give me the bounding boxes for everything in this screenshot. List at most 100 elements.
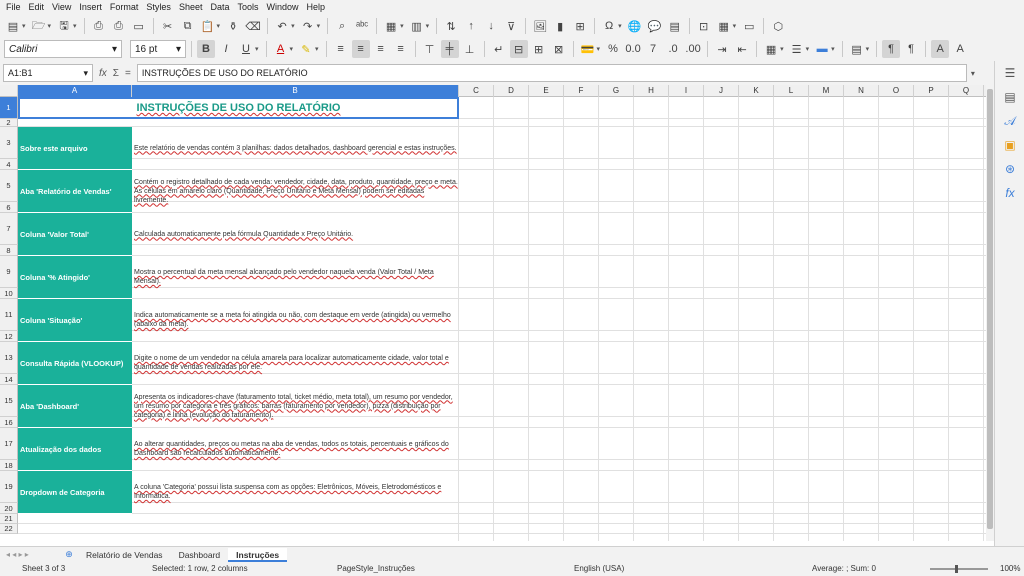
align-left-icon[interactable]: ≡: [332, 40, 350, 58]
section-description[interactable]: Este relatório de vendas contém 3 planil…: [132, 127, 459, 170]
styles-icon[interactable]: 𝒜: [995, 109, 1024, 133]
column-header-d[interactable]: D: [494, 85, 529, 97]
row-header-14[interactable]: 14: [0, 374, 18, 385]
row-header-19[interactable]: 19: [0, 471, 18, 503]
section-label[interactable]: Atualização dos dados: [18, 428, 132, 471]
chevron-down-icon[interactable]: ▾: [866, 45, 870, 53]
define-print-area-icon[interactable]: ⊡: [695, 17, 713, 35]
column-header-m[interactable]: M: [809, 85, 844, 97]
sheet-tab[interactable]: Dashboard: [171, 548, 229, 562]
menu-format[interactable]: Format: [106, 2, 143, 12]
row-header-2[interactable]: 2: [0, 118, 18, 127]
text-horizontal-icon[interactable]: A: [931, 40, 950, 58]
row-header-21[interactable]: 21: [0, 514, 18, 524]
sheet-tab[interactable]: Instruções: [228, 547, 288, 562]
highlight-color-icon[interactable]: ✎: [297, 40, 315, 58]
chevron-down-icon[interactable]: ▾: [780, 45, 784, 53]
row-header-20[interactable]: 20: [0, 503, 18, 514]
section-description[interactable]: Digite o nome de um vendedor na célula a…: [132, 342, 459, 385]
section-description[interactable]: Indica automaticamente se a meta foi ati…: [132, 299, 459, 342]
comment-icon[interactable]: 💬: [646, 17, 664, 35]
menu-view[interactable]: View: [48, 2, 75, 12]
zoom-knob[interactable]: [955, 565, 958, 573]
chevron-down-icon[interactable]: ▾: [176, 44, 181, 55]
chevron-down-icon[interactable]: ▾: [317, 22, 321, 30]
headers-footers-icon[interactable]: ▤: [666, 17, 684, 35]
row-header-8[interactable]: 8: [0, 245, 18, 256]
chevron-down-icon[interactable]: ▾: [806, 45, 810, 53]
row-header-13[interactable]: 13: [0, 342, 18, 374]
column-header-c[interactable]: C: [459, 85, 494, 97]
row-header-18[interactable]: 18: [0, 460, 18, 471]
text-direction-ltr-icon[interactable]: ¶: [882, 40, 901, 58]
image-icon[interactable]: 🖼: [531, 17, 549, 35]
spelling-icon[interactable]: ᵃᵇᶜ: [353, 17, 371, 35]
save-icon[interactable]: 🖫: [55, 17, 73, 35]
column-header-n[interactable]: N: [844, 85, 879, 97]
pivot-table-icon[interactable]: ⊞: [571, 17, 589, 35]
menu-data[interactable]: Data: [206, 2, 233, 12]
sort-ascending-icon[interactable]: ↑: [462, 17, 480, 35]
column-header-p[interactable]: P: [914, 85, 949, 97]
expand-formula-icon[interactable]: ▾: [971, 69, 975, 78]
menu-file[interactable]: File: [2, 2, 25, 12]
underline-icon[interactable]: U: [237, 40, 255, 58]
menu-help[interactable]: Help: [303, 2, 330, 12]
chevron-down-icon[interactable]: ▾: [597, 45, 601, 53]
paste-icon[interactable]: 📋: [199, 17, 217, 35]
print-preview-icon[interactable]: ▭: [130, 17, 148, 35]
autofilter-icon[interactable]: ⊽: [502, 17, 520, 35]
section-label[interactable]: Sobre este arquivo: [18, 127, 132, 170]
row-icon[interactable]: ▦: [382, 17, 400, 35]
chevron-down-icon[interactable]: ▾: [112, 44, 117, 55]
gallery-icon[interactable]: ▣: [995, 133, 1024, 157]
column-header-g[interactable]: G: [599, 85, 634, 97]
sort-descending-icon[interactable]: ↓: [482, 17, 500, 35]
column-header-h[interactable]: H: [634, 85, 669, 97]
find-replace-icon[interactable]: ⌕: [333, 17, 351, 35]
column-header-e[interactable]: E: [529, 85, 564, 97]
conditional-format-icon[interactable]: ▤: [848, 40, 866, 58]
name-box[interactable]: A1:B1 ▾: [3, 64, 93, 82]
column-icon[interactable]: ▥: [408, 17, 426, 35]
column-header-q[interactable]: Q: [949, 85, 984, 97]
chevron-down-icon[interactable]: ▾: [733, 22, 737, 30]
merge-center-icon[interactable]: ⊟: [509, 40, 528, 58]
column-header-b[interactable]: B: [132, 85, 459, 97]
chevron-down-icon[interactable]: ▾: [426, 22, 430, 30]
section-label[interactable]: Coluna '% Atingido': [18, 256, 132, 299]
section-description[interactable]: A coluna 'Categoria' possui lista suspen…: [132, 471, 459, 514]
section-description[interactable]: Apresenta os indicadores-chave (faturame…: [132, 385, 459, 428]
open-folder-icon[interactable]: 🗁: [30, 17, 48, 35]
export-pdf-icon[interactable]: ⎙: [90, 17, 108, 35]
menu-sheet[interactable]: Sheet: [175, 2, 207, 12]
column-header-a[interactable]: A: [18, 85, 132, 97]
column-header-k[interactable]: K: [739, 85, 774, 97]
center-vertically-icon[interactable]: ╪: [440, 40, 459, 58]
redo-icon[interactable]: ↷: [299, 17, 317, 35]
column-header-f[interactable]: F: [564, 85, 599, 97]
show-draw-functions-icon[interactable]: ⬡: [769, 17, 787, 35]
spreadsheet-grid[interactable]: ABCDEFGHIJKLMNOPQ 1 2 3 4 5 6 7 8 9 10 11 12 13 14 15 1…: [0, 85, 986, 541]
zoom-level[interactable]: 100%: [1000, 564, 1020, 573]
chevron-down-icon[interactable]: ▾: [400, 22, 404, 30]
font-size-box[interactable]: 16 pt ▾: [130, 40, 186, 58]
increase-indent-icon[interactable]: ⇥: [713, 40, 731, 58]
column-header-l[interactable]: L: [774, 85, 809, 97]
bold-icon[interactable]: B: [197, 40, 215, 58]
column-header-o[interactable]: O: [879, 85, 914, 97]
section-label[interactable]: Aba 'Dashboard': [18, 385, 132, 428]
column-header-j[interactable]: J: [704, 85, 739, 97]
section-label[interactable]: Aba 'Relatório de Vendas': [18, 170, 132, 213]
row-header-9[interactable]: 9: [0, 256, 18, 288]
row-header-17[interactable]: 17: [0, 428, 18, 460]
language-status[interactable]: English (USA): [574, 564, 624, 573]
section-label[interactable]: Coluna 'Situação': [18, 299, 132, 342]
row-header-3[interactable]: 3: [0, 127, 18, 159]
row-header-15[interactable]: 15: [0, 385, 18, 417]
menu-edit[interactable]: Edit: [25, 2, 49, 12]
merge-cells-icon[interactable]: ⊞: [530, 40, 548, 58]
chevron-down-icon[interactable]: ▾: [618, 22, 622, 30]
title-cell[interactable]: INSTRUÇÕES DE USO DO RELATÓRIO: [18, 97, 459, 119]
chevron-down-icon[interactable]: ▾: [217, 22, 221, 30]
